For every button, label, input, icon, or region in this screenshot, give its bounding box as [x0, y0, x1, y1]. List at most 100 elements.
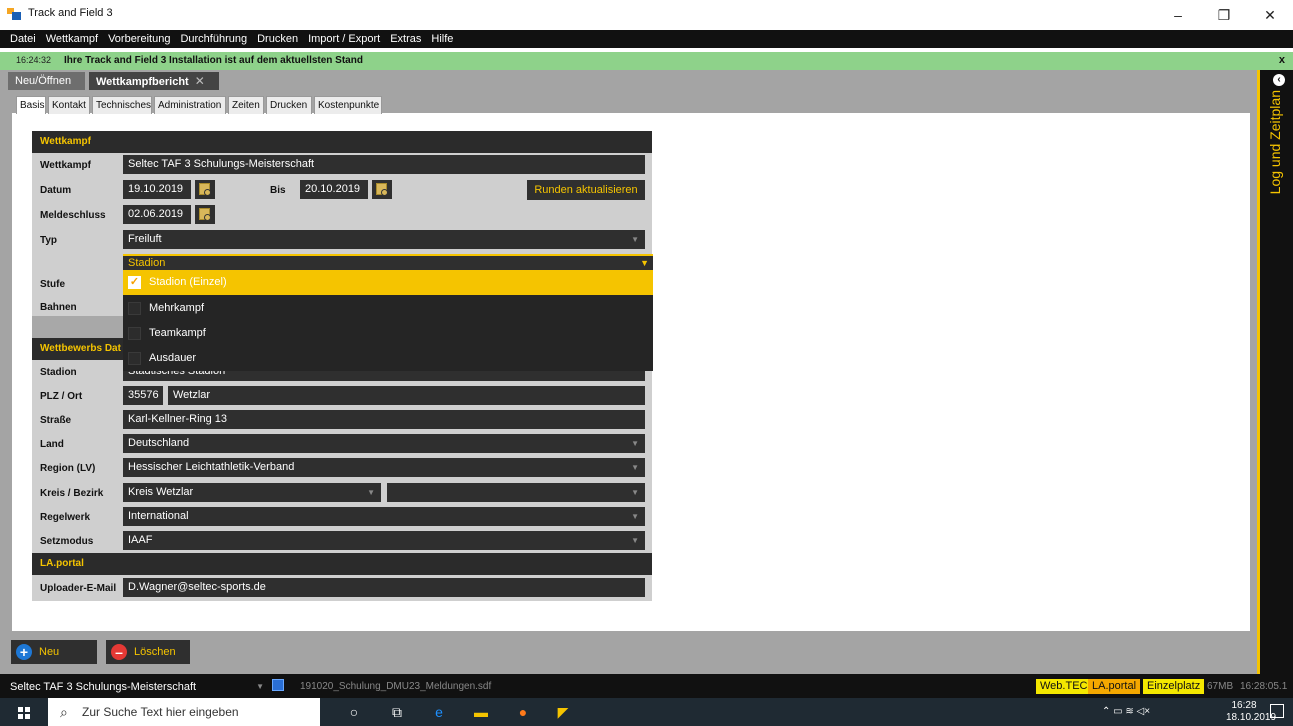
dropdown-option-teamkampf[interactable]: Teamkampf — [123, 321, 653, 346]
log-zeitplan-label[interactable]: Log und Zeitplan — [1267, 90, 1283, 194]
tab-neu-oeffnen[interactable]: Neu/Öffnen — [8, 72, 85, 90]
explorer-icon[interactable]: ▬ — [470, 702, 492, 722]
neu-button[interactable]: + Neu — [11, 640, 97, 664]
badge-webtec[interactable]: Web.TEC — [1036, 679, 1092, 694]
ort-field[interactable]: Wetzlar — [168, 386, 645, 405]
trackfield-app-icon[interactable]: ◤ — [552, 702, 574, 722]
notification-message: Ihre Track and Field 3 Installation ist … — [64, 55, 363, 66]
tab-kostenpunkte[interactable]: Kostenpunkte — [314, 96, 382, 114]
setzmodus-value: IAAF — [128, 534, 153, 546]
label-typ: Typ — [40, 235, 58, 246]
menu-drucken[interactable]: Drucken — [252, 30, 303, 48]
meldeschluss-field[interactable]: 02.06.2019 — [123, 205, 191, 224]
window-title: Track and Field 3 — [28, 7, 113, 19]
save-icon[interactable] — [272, 679, 284, 691]
tab-administration[interactable]: Administration — [154, 96, 226, 114]
taskbar-time: 16:28 — [1231, 700, 1257, 711]
label-wettkampf: Wettkampf — [40, 160, 91, 171]
checkbox-icon[interactable] — [128, 302, 141, 315]
stufe-select[interactable]: Stadion ▼ — [123, 254, 653, 270]
calendar-icon[interactable] — [372, 180, 392, 199]
tab-technisches[interactable]: Technisches — [92, 96, 152, 114]
maximize-button[interactable]: ❐ — [1201, 0, 1247, 30]
loeschen-button[interactable]: – Löschen — [106, 640, 190, 664]
system-tray-icons[interactable]: ⌃ ▭ ≋ ◁× — [1102, 706, 1150, 717]
label-stadion: Stadion — [40, 367, 77, 378]
stufe-dropdown-list: ✓ Stadion (Einzel) Mehrkampf Teamkampf Au… — [123, 270, 653, 371]
option-label: Mehrkampf — [149, 302, 205, 314]
badge-laportal[interactable]: LA.portal — [1088, 679, 1141, 694]
title-bar: Track and Field 3 – ❐ ✕ — [0, 0, 1293, 30]
badge-einzelplatz[interactable]: Einzelplatz — [1143, 679, 1205, 694]
notification-close-button[interactable]: x — [1279, 54, 1285, 66]
tab-basis[interactable]: Basis — [16, 96, 46, 114]
tab-neu-oeffnen-label: Neu/Öffnen — [15, 75, 72, 87]
plz-field[interactable]: 35576 — [123, 386, 163, 405]
option-label: Ausdauer — [149, 352, 197, 364]
menu-durchfuehrung[interactable]: Durchführung — [175, 30, 252, 48]
checkbox-icon[interactable] — [128, 352, 141, 365]
setzmodus-select[interactable]: IAAF ▼ — [123, 531, 645, 550]
label-uploader-email: Uploader-E-Mail — [40, 583, 117, 594]
label-strasse: Straße — [40, 415, 72, 426]
action-bar: + Neu – Löschen — [0, 640, 1257, 664]
label-stufe: Stufe — [40, 279, 65, 290]
regelwerk-select[interactable]: International ▼ — [123, 507, 645, 526]
menu-wettkampf[interactable]: Wettkampf — [41, 30, 103, 48]
firefox-icon[interactable]: ● — [512, 702, 534, 722]
file-name: 191020_Schulung_DMU23_Meldungen.sdf — [300, 681, 492, 692]
datum-field[interactable]: 19.10.2019 — [123, 180, 191, 199]
task-view-icon[interactable]: ⧉ — [386, 702, 408, 722]
chevron-down-icon: ▼ — [631, 235, 639, 244]
close-tab-icon[interactable]: ✕ — [195, 74, 205, 88]
menu-import-export[interactable]: Import / Export — [303, 30, 385, 48]
wettkampf-field[interactable]: Seltec TAF 3 Schulungs-Meisterschaft — [123, 155, 645, 174]
label-regelwerk: Regelwerk — [40, 512, 91, 523]
minimize-button[interactable]: – — [1155, 0, 1201, 30]
tab-drucken[interactable]: Drucken — [266, 96, 312, 114]
checkbox-checked-icon[interactable]: ✓ — [128, 276, 141, 289]
bis-field[interactable]: 20.10.2019 — [300, 180, 368, 199]
menu-datei[interactable]: Datei — [0, 30, 41, 48]
dropdown-option-ausdauer[interactable]: Ausdauer — [123, 346, 653, 371]
cortana-icon[interactable]: ○ — [343, 702, 365, 722]
uploader-email-field[interactable]: D.Wagner@seltec-sports.de — [123, 578, 645, 597]
land-select[interactable]: Deutschland ▼ — [123, 434, 645, 453]
checkbox-icon[interactable] — [128, 327, 141, 340]
region-select[interactable]: Hessischer Leichtathletik-Verband ▼ — [123, 458, 645, 477]
bezirk-select[interactable]: ▼ — [387, 483, 645, 502]
competition-select[interactable]: Seltec TAF 3 Schulungs-Meisterschaft ▼ — [10, 679, 268, 695]
kreis-select[interactable]: Kreis Wetzlar ▼ — [123, 483, 381, 502]
tab-wettkampfbericht[interactable]: Wettkampfbericht ✕ — [89, 72, 219, 90]
label-land: Land — [40, 439, 64, 450]
option-label: Stadion (Einzel) — [149, 276, 227, 288]
taskbar-date: 18.10.2019 — [1226, 712, 1277, 723]
tab-zeiten[interactable]: Zeiten — [228, 96, 264, 114]
taskbar-clock[interactable]: 16:28 18.10.2019 — [1226, 700, 1277, 724]
stufe-value: Stadion — [128, 257, 166, 269]
windows-start-icon[interactable] — [18, 707, 30, 719]
menu-extras[interactable]: Extras — [385, 30, 426, 48]
runden-aktualisieren-button[interactable]: Runden aktualisieren — [527, 180, 645, 200]
collapse-icon[interactable]: ‹ — [1273, 74, 1285, 86]
dropdown-option-stadion-einzel[interactable]: ✓ Stadion (Einzel) — [123, 270, 653, 295]
dropdown-option-mehrkampf[interactable]: Mehrkampf — [123, 296, 653, 321]
calendar-icon[interactable] — [195, 205, 215, 224]
chevron-down-icon: ▼ — [631, 512, 639, 521]
update-notification: 16:24:32 Ihre Track and Field 3 Installa… — [0, 52, 1293, 70]
calendar-icon[interactable] — [195, 180, 215, 199]
edge-icon[interactable]: e — [428, 702, 450, 722]
notification-center-icon[interactable] — [1270, 704, 1284, 718]
tab-kontakt[interactable]: Kontakt — [48, 96, 90, 114]
close-window-button[interactable]: ✕ — [1247, 0, 1293, 30]
chevron-down-icon: ▼ — [631, 463, 639, 472]
chevron-down-icon: ▼ — [367, 488, 375, 497]
label-bahnen: Bahnen — [40, 302, 77, 313]
chevron-down-icon: ▼ — [256, 682, 264, 691]
typ-select[interactable]: Freiluft ▼ — [123, 230, 645, 249]
strasse-field[interactable]: Karl-Kellner-Ring 13 — [123, 410, 645, 429]
taskbar-search[interactable]: ⌕ Zur Suche Text hier eingeben — [48, 698, 320, 726]
plus-icon: + — [16, 644, 32, 660]
menu-hilfe[interactable]: Hilfe — [426, 30, 458, 48]
menu-vorbereitung[interactable]: Vorbereitung — [103, 30, 175, 48]
